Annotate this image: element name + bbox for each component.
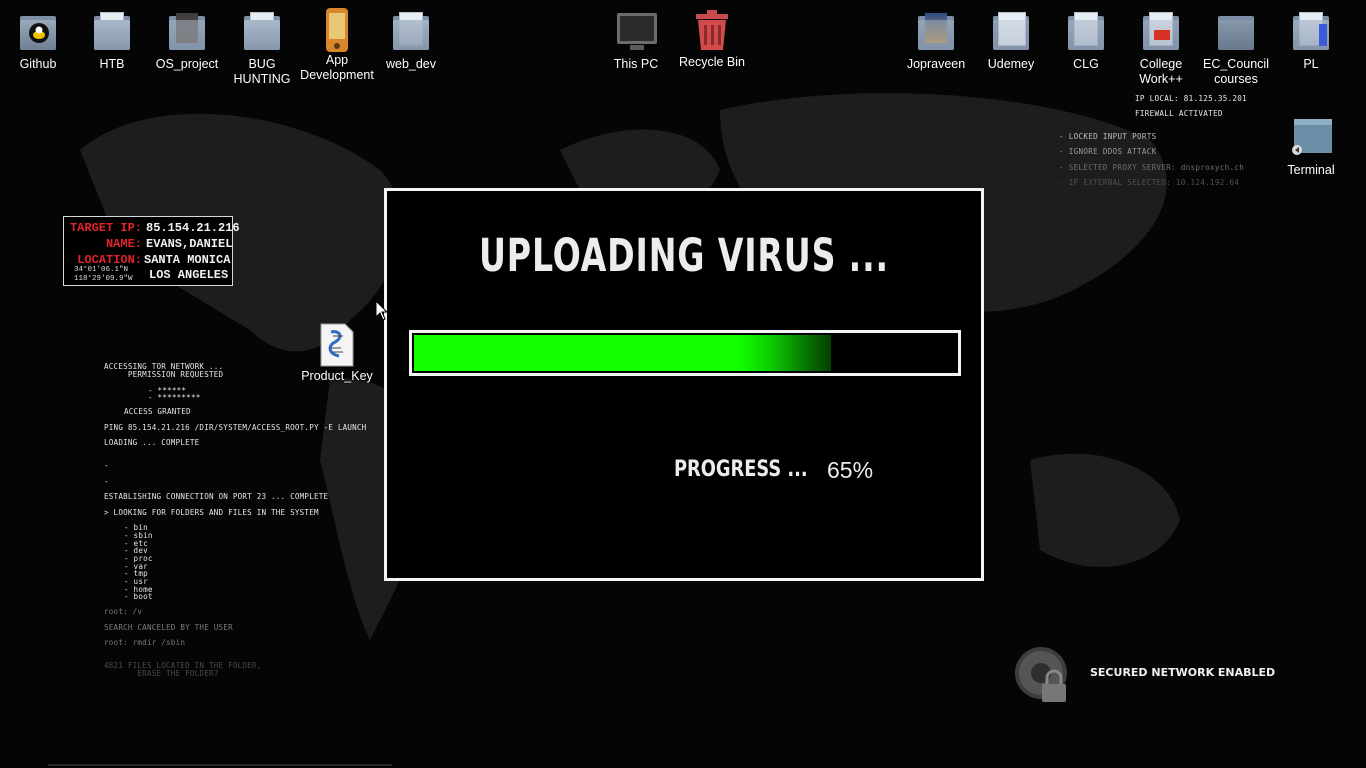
ignore-ddos-text: - IGNORE DDOS ATTACK — [1059, 147, 1157, 156]
desktop-icon-college-work[interactable]: College Work++ — [1123, 10, 1199, 87]
desktop-icon-label: PL — [1303, 57, 1319, 71]
desktop-icon-label: Recycle Bin — [679, 55, 745, 69]
folder-icon — [391, 10, 431, 54]
terminal-shortcut-icon — [1291, 116, 1332, 160]
log-line: PERMISSION REQUESTED — [104, 370, 224, 379]
log-line: PING 85.154.21.216 /DIR/SYSTEM/ACCESS_RO… — [104, 423, 367, 432]
desktop-icon-clg[interactable]: CLG — [1048, 10, 1124, 72]
desktop-icon-label: BUG HUNTING — [233, 57, 291, 86]
log-line: root: rmdir /sbin — [104, 638, 186, 647]
document-folder-icon — [991, 10, 1031, 54]
log-line: - boot — [124, 592, 153, 601]
log-line: - ********* — [148, 393, 201, 402]
log-line: LOADING ... COMPLETE — [104, 438, 200, 447]
log-line: - — [104, 477, 109, 486]
folder-icon — [242, 10, 282, 54]
desktop-icon-label: College Work++ — [1139, 57, 1183, 86]
coordinate-longitude: 118°29'09.9"W — [74, 275, 133, 283]
dialog-title: UPLOADING VIRUS ... — [479, 229, 889, 282]
desktop-icon-label: Product_Key — [301, 369, 373, 383]
desktop-icon-bug-hunting[interactable]: BUG HUNTING — [224, 10, 300, 87]
desktop-icon-label: Jopraveen — [906, 57, 966, 71]
desktop-icon-terminal[interactable]: Terminal — [1273, 116, 1349, 178]
desktop-icon-label: App Development — [300, 53, 374, 82]
desktop-icon-label: Terminal — [1287, 163, 1335, 177]
folder-icon — [92, 10, 132, 54]
taskbar-edge — [48, 764, 392, 766]
log-line: ESTABLISHING CONNECTION ON PORT 23 ... C… — [104, 492, 329, 501]
log-line: root: /v — [104, 607, 143, 616]
desktop-icon-label: This PC — [613, 57, 659, 71]
desktop-icon-label: EC_Council courses — [1202, 57, 1269, 86]
desktop-icon-jopraveen[interactable]: Jopraveen — [898, 10, 974, 72]
ip-external-text: - IP EXTERNAL SELECTED: 10.124.192.64 — [1059, 178, 1240, 187]
desktop-icon-product-key[interactable]: Product_Key — [299, 322, 375, 384]
ip-local-text: IP LOCAL: 81.125.35.201 — [1135, 94, 1248, 103]
progress-label: PROGRESS ... — [674, 457, 808, 482]
location-value-city: SANTA MONICA — [144, 253, 231, 267]
coordinates: 34°01'06.1"N 118°29'09.9"W — [74, 266, 133, 284]
log-line: SEARCH CANCELED BY THE USER — [104, 623, 233, 632]
desktop-icon-label: web_dev — [385, 57, 437, 71]
photo-folder-icon — [916, 10, 956, 54]
target-ip-label: TARGET IP: — [69, 221, 142, 235]
location-value-region: LOS ANGELES — [149, 268, 229, 282]
progress-bar — [409, 330, 961, 376]
locked-ports-text: - LOCKED INPUT PORTS — [1059, 132, 1157, 141]
desktop-icon-label: Udemey — [987, 57, 1035, 71]
desktop-icon-htb[interactable]: HTB — [74, 10, 150, 72]
desktop-icon-label: OS_project — [155, 57, 219, 71]
monitor-icon — [616, 10, 657, 54]
log-line: - — [104, 461, 109, 470]
desktop-icon-os-project[interactable]: OS_project — [149, 10, 225, 72]
desktop-icon-recycle-bin[interactable]: Recycle Bin — [674, 8, 750, 70]
upload-dialog: UPLOADING VIRUS ... PROGRESS ... 65% — [384, 188, 984, 581]
proxy-server-text: - SELECTED PROXY SERVER: dnsproxych.ch — [1059, 163, 1245, 172]
photo-folder-icon — [167, 10, 207, 54]
github-folder-icon — [18, 10, 58, 54]
document-folder-icon — [1066, 10, 1106, 54]
firewall-status-text: FIREWALL ACTIVATED — [1135, 109, 1223, 118]
log-line: > LOOKING FOR FOLDERS AND FILES IN THE S… — [104, 508, 319, 517]
progress-value: 65% — [827, 457, 874, 483]
desktop-icon-label: HTB — [99, 57, 125, 71]
script-file-icon — [317, 322, 357, 367]
secured-network-status: SECURED NETWORK ENABLED — [1090, 666, 1276, 679]
target-ip-value: 85.154.21.216 — [146, 221, 240, 235]
desktop-icon-app-development[interactable]: App Development — [299, 6, 375, 83]
desktop-icon-github[interactable]: Github — [0, 10, 76, 72]
desktop-icon-this-pc[interactable]: This PC — [598, 10, 674, 72]
desktop-icon-pl[interactable]: PL — [1273, 10, 1349, 72]
log-line: ERASE THE FOLDER? — [104, 669, 219, 678]
desktop-icon-udemey[interactable]: Udemey — [973, 10, 1049, 72]
recycle-bin-icon — [692, 8, 732, 52]
lock-icon — [1015, 647, 1067, 702]
desktop-icon-ec-council-courses[interactable]: EC_Council courses — [1198, 10, 1274, 87]
name-value: EVANS,DANIEL — [146, 237, 233, 251]
log-line: ACCESS GRANTED — [124, 407, 191, 416]
name-label: NAME: — [105, 237, 142, 251]
mouse-pointer-icon — [375, 300, 389, 321]
location-label: LOCATION: — [77, 253, 142, 267]
coordinate-latitude: 34°01'06.1"N — [74, 266, 129, 274]
target-info-panel: TARGET IP: 85.154.21.216 NAME: EVANS,DAN… — [63, 216, 240, 286]
desktop-icon-web-dev[interactable]: web_dev — [373, 10, 449, 72]
desktop-icon-label: Github — [19, 57, 57, 71]
folder-icon — [1216, 10, 1256, 54]
progress-bar-fill — [414, 335, 831, 371]
pdf-folder-icon — [1141, 10, 1181, 54]
desktop-icon-label: CLG — [1073, 57, 1099, 71]
android-app-icon — [317, 6, 357, 52]
folder-icon — [1291, 10, 1331, 54]
